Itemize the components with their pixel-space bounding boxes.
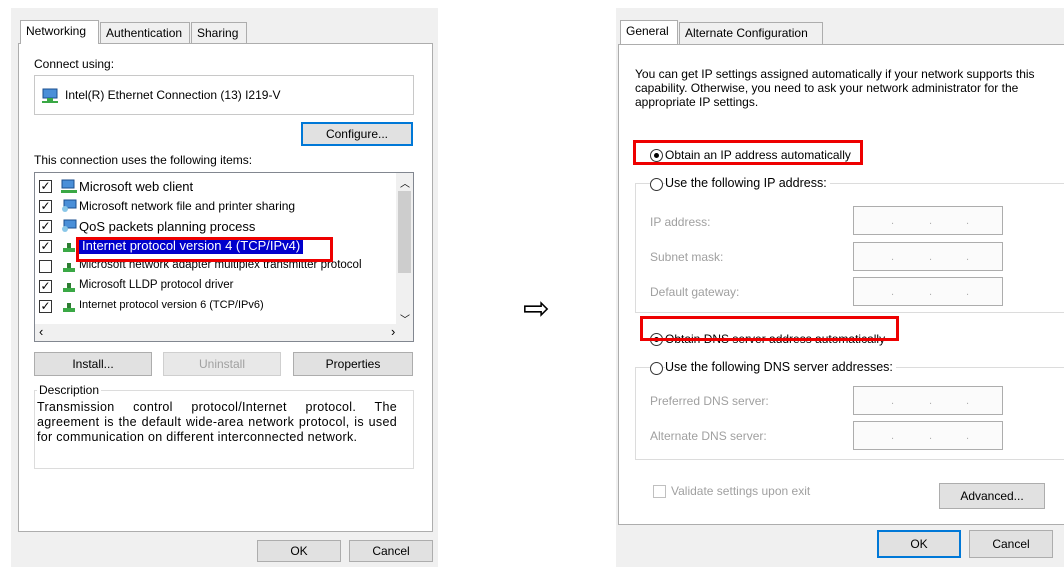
- scroll-up-icon[interactable]: ︿: [400, 175, 410, 190]
- protocol-icon: [63, 303, 75, 312]
- preferred-dns-field: ...: [853, 386, 1003, 415]
- description-text: Transmission control protocol/Internet p…: [37, 400, 397, 444]
- connect-using-label: Connect using:: [34, 57, 115, 71]
- subnet-mask-label: Subnet mask:: [650, 250, 724, 264]
- adapter-box: Intel(R) Ethernet Connection (13) I219-V: [34, 75, 414, 115]
- ok-button[interactable]: OK: [877, 530, 961, 558]
- left-dialog: Networking Authentication Sharing Connec…: [11, 8, 438, 567]
- protocol-icon: [63, 263, 75, 272]
- scroll-thumb[interactable]: [398, 191, 411, 273]
- list-item[interactable]: ✓ QoS packets planning process: [39, 217, 389, 237]
- tab-authentication[interactable]: Authentication: [100, 22, 190, 44]
- network-service-icon: [62, 199, 77, 212]
- advanced-button[interactable]: Advanced...: [939, 483, 1045, 509]
- scroll-left-icon[interactable]: ‹: [39, 324, 43, 339]
- cancel-button[interactable]: Cancel: [349, 540, 433, 562]
- item-checkbox[interactable]: ✓: [39, 180, 52, 193]
- obtain-ip-highlight-callout: [633, 140, 863, 165]
- protocol-icon: [63, 283, 75, 292]
- protocol-icon: [63, 243, 75, 252]
- items-label: This connection uses the following items…: [34, 153, 253, 167]
- network-service-icon: [62, 219, 77, 232]
- list-item[interactable]: ✓ Microsoft web client: [39, 177, 389, 197]
- validate-checkbox: [653, 485, 666, 498]
- configure-button[interactable]: Configure...: [301, 122, 413, 146]
- cancel-button[interactable]: Cancel: [969, 530, 1053, 558]
- properties-button[interactable]: Properties: [293, 352, 413, 376]
- description-group: Description Transmission control protoco…: [34, 383, 414, 469]
- items-horizontal-scrollbar[interactable]: ‹ ›: [35, 324, 413, 341]
- tab-alternate-configuration[interactable]: Alternate Configuration: [679, 22, 823, 44]
- items-vertical-scrollbar[interactable]: ︿ ﹀: [396, 173, 413, 327]
- uninstall-button: Uninstall: [163, 352, 281, 376]
- item-checkbox[interactable]: ✓: [39, 300, 52, 313]
- network-client-icon: [61, 179, 77, 193]
- tab-networking[interactable]: Networking: [20, 20, 99, 44]
- scroll-right-icon[interactable]: ›: [391, 324, 395, 339]
- ip-address-label: IP address:: [650, 215, 711, 229]
- list-item[interactable]: ✓ Microsoft network file and printer sha…: [39, 197, 389, 217]
- validate-label: Validate settings upon exit: [671, 484, 811, 498]
- tab-sharing[interactable]: Sharing: [191, 22, 247, 44]
- alternate-dns-label: Alternate DNS server:: [650, 429, 767, 443]
- item-checkbox[interactable]: ✓: [39, 200, 52, 213]
- use-following-ip-label[interactable]: Use the following IP address:: [665, 176, 830, 190]
- default-gateway-label: Default gateway:: [650, 285, 740, 299]
- general-page: You can get IP settings assigned automat…: [618, 44, 1064, 525]
- ok-button[interactable]: OK: [257, 540, 341, 562]
- install-button[interactable]: Install...: [34, 352, 152, 376]
- arrow-right-icon: ⇨: [523, 289, 550, 327]
- preferred-dns-label: Preferred DNS server:: [650, 394, 769, 408]
- alternate-dns-field: ...: [853, 421, 1003, 450]
- use-following-dns-label[interactable]: Use the following DNS server addresses:: [665, 360, 896, 374]
- description-label: Description: [37, 383, 102, 397]
- default-gateway-field: ...: [853, 277, 1003, 306]
- network-adapter-icon: [42, 88, 58, 103]
- ip-address-field: ...: [853, 206, 1003, 235]
- obtain-dns-highlight-callout: [640, 316, 899, 341]
- tab-general[interactable]: General: [620, 20, 678, 44]
- item-checkbox[interactable]: ✓: [39, 280, 52, 293]
- use-following-dns-radio[interactable]: [650, 362, 663, 375]
- item-checkbox[interactable]: [39, 260, 52, 273]
- use-following-ip-radio[interactable]: [650, 178, 663, 191]
- list-item[interactable]: ✓ Internet protocol version 6 (TCP/IPv6): [39, 297, 389, 317]
- list-item[interactable]: ✓ Microsoft LLDP protocol driver: [39, 277, 389, 297]
- intro-text: You can get IP settings assigned automat…: [635, 67, 1035, 109]
- ipv4-highlight-callout: [76, 237, 333, 262]
- adapter-name: Intel(R) Ethernet Connection (13) I219-V: [65, 88, 281, 102]
- subnet-mask-field: ...: [853, 242, 1003, 271]
- item-checkbox[interactable]: ✓: [39, 220, 52, 233]
- right-dialog: General Alternate Configuration You can …: [616, 8, 1064, 567]
- networking-page: Connect using: Intel(R) Ethernet Connect…: [18, 43, 433, 532]
- item-checkbox[interactable]: ✓: [39, 240, 52, 253]
